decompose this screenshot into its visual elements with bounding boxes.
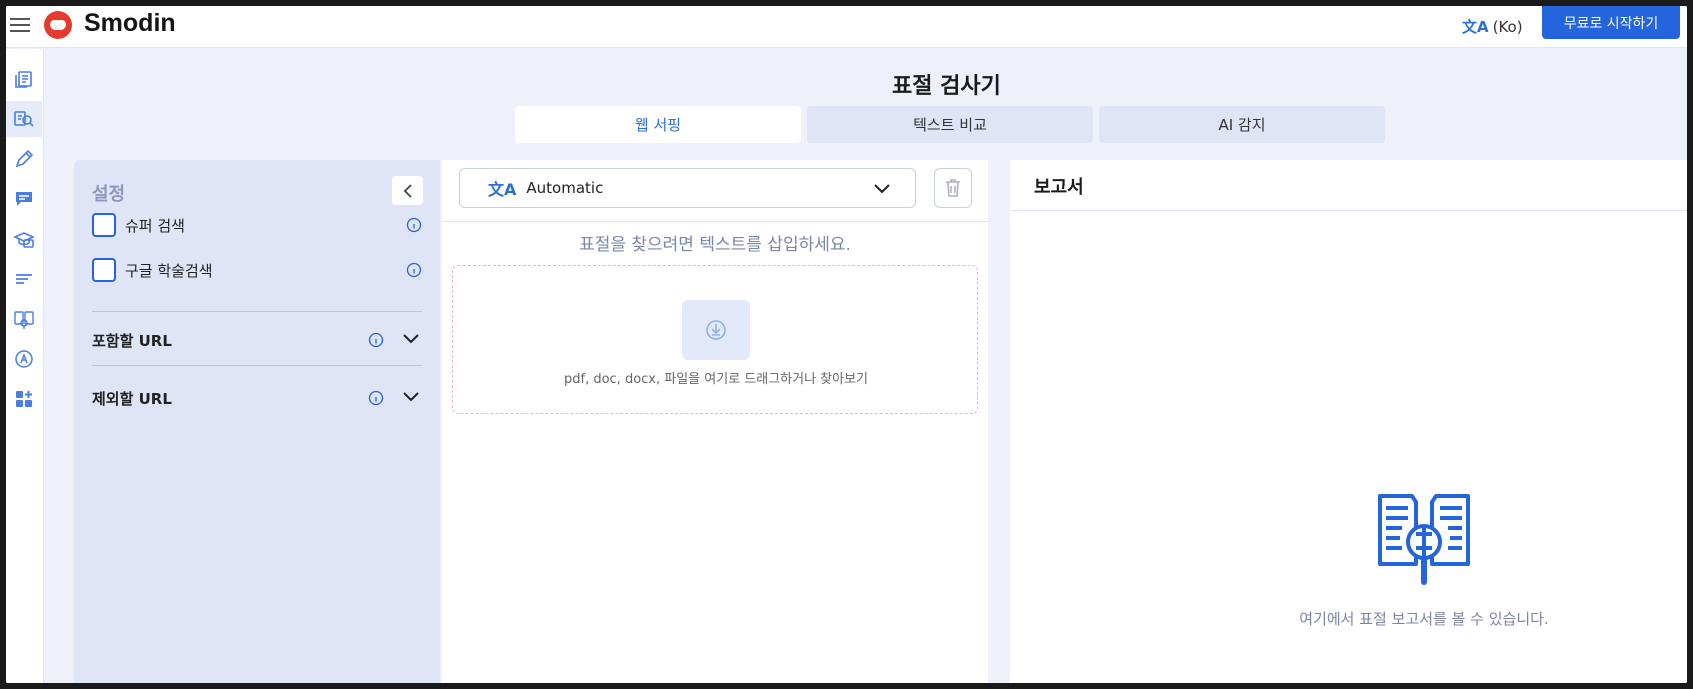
compare-icon[interactable] — [6, 301, 42, 337]
chevron-down-icon — [874, 184, 890, 194]
report-panel: 보고서 여기에서 표절 보고서를 볼 수 있습니다. — [1010, 160, 1687, 683]
dropzone-text: pdf, doc, docx, 파일을 여기로 드래그하거나 찾아보기 — [563, 372, 869, 387]
download-icon — [706, 320, 726, 340]
language-label: (Ko) — [1492, 17, 1523, 36]
translate-icon: 文A — [488, 180, 517, 199]
language-switcher[interactable]: 文A (Ko) — [1462, 16, 1523, 37]
apps-add-icon[interactable] — [6, 381, 42, 417]
smodin-logo-icon[interactable] — [44, 11, 72, 39]
divider — [92, 311, 422, 312]
tab-ai-detection[interactable]: AI 감지 — [1099, 106, 1385, 143]
logo-text[interactable]: Smodin — [84, 9, 176, 38]
documents-icon[interactable] — [6, 61, 42, 97]
trash-icon — [946, 179, 960, 197]
settings-panel: 설정 슈퍼 검색 구글 학술검색 포함할 URL 제외할 URL — [74, 160, 440, 683]
ai-letter-icon[interactable] — [6, 341, 42, 377]
text-lines-icon[interactable] — [6, 261, 42, 297]
option-super-search: 슈퍼 검색 — [92, 212, 422, 238]
chevron-down-icon[interactable] — [402, 390, 420, 404]
super-search-label: 슈퍼 검색 — [125, 216, 185, 235]
start-free-button[interactable]: 무료로 시작하기 — [1542, 6, 1680, 39]
upload-button[interactable] — [682, 300, 750, 360]
clear-text-button[interactable] — [934, 168, 972, 208]
text-input-panel: 文A Automatic 표절을 찾으려면 텍스트를 삽입하세요. pdf, d… — [442, 160, 988, 683]
plagiarism-report-icon — [1378, 494, 1470, 585]
chevron-down-icon[interactable] — [402, 332, 420, 346]
left-tool-rail — [6, 49, 44, 683]
pen-icon[interactable] — [6, 141, 42, 177]
info-icon[interactable] — [406, 217, 422, 233]
google-scholar-label: 구글 학술검색 — [125, 261, 213, 280]
tab-web-surfing[interactable]: 웹 서핑 — [515, 106, 801, 143]
app-window: Smodin 文A (Ko) 무료로 시작하기 표절 검사기 웹 서핑 텍스트 … — [6, 6, 1687, 683]
exclude-url-section[interactable]: 제외할 URL — [92, 386, 422, 410]
divider — [92, 365, 422, 366]
tab-text-compare[interactable]: 텍스트 비교 — [807, 106, 1093, 143]
chevron-left-icon — [403, 183, 412, 198]
report-title: 보고서 — [1034, 177, 1084, 198]
info-icon[interactable] — [368, 332, 384, 348]
file-dropzone[interactable]: pdf, doc, docx, 파일을 여기로 드래그하거나 찾아보기 — [452, 265, 978, 414]
info-icon[interactable] — [368, 390, 384, 406]
plagiarism-icon[interactable] — [6, 101, 42, 137]
chat-icon[interactable] — [6, 181, 42, 217]
divider — [442, 221, 988, 222]
report-empty-text: 여기에서 표절 보고서를 볼 수 있습니다. — [1299, 610, 1549, 628]
language-select[interactable]: 文A Automatic — [459, 168, 916, 208]
info-icon[interactable] — [406, 262, 422, 278]
language-select-value: Automatic — [526, 179, 604, 197]
google-scholar-checkbox[interactable] — [92, 258, 116, 282]
super-search-checkbox[interactable] — [92, 213, 116, 237]
include-url-section[interactable]: 포함할 URL — [92, 328, 422, 352]
translate-icon: 文A — [1462, 18, 1489, 36]
mode-tabs: 웹 서핑 텍스트 비교 AI 감지 — [515, 106, 1385, 143]
page-title: 표절 검사기 — [892, 74, 1001, 99]
option-google-scholar: 구글 학술검색 — [92, 257, 422, 283]
exclude-url-label: 제외할 URL — [92, 390, 172, 408]
collapse-settings-button[interactable] — [392, 176, 423, 205]
settings-title: 설정 — [92, 184, 126, 205]
graduation-icon[interactable] — [6, 221, 42, 257]
divider — [1010, 210, 1687, 211]
top-header: Smodin 文A (Ko) 무료로 시작하기 — [6, 6, 1687, 48]
text-input-placeholder[interactable]: 표절을 찾으려면 텍스트를 삽입하세요. — [442, 230, 988, 255]
menu-icon[interactable] — [10, 14, 32, 34]
include-url-label: 포함할 URL — [92, 332, 172, 350]
